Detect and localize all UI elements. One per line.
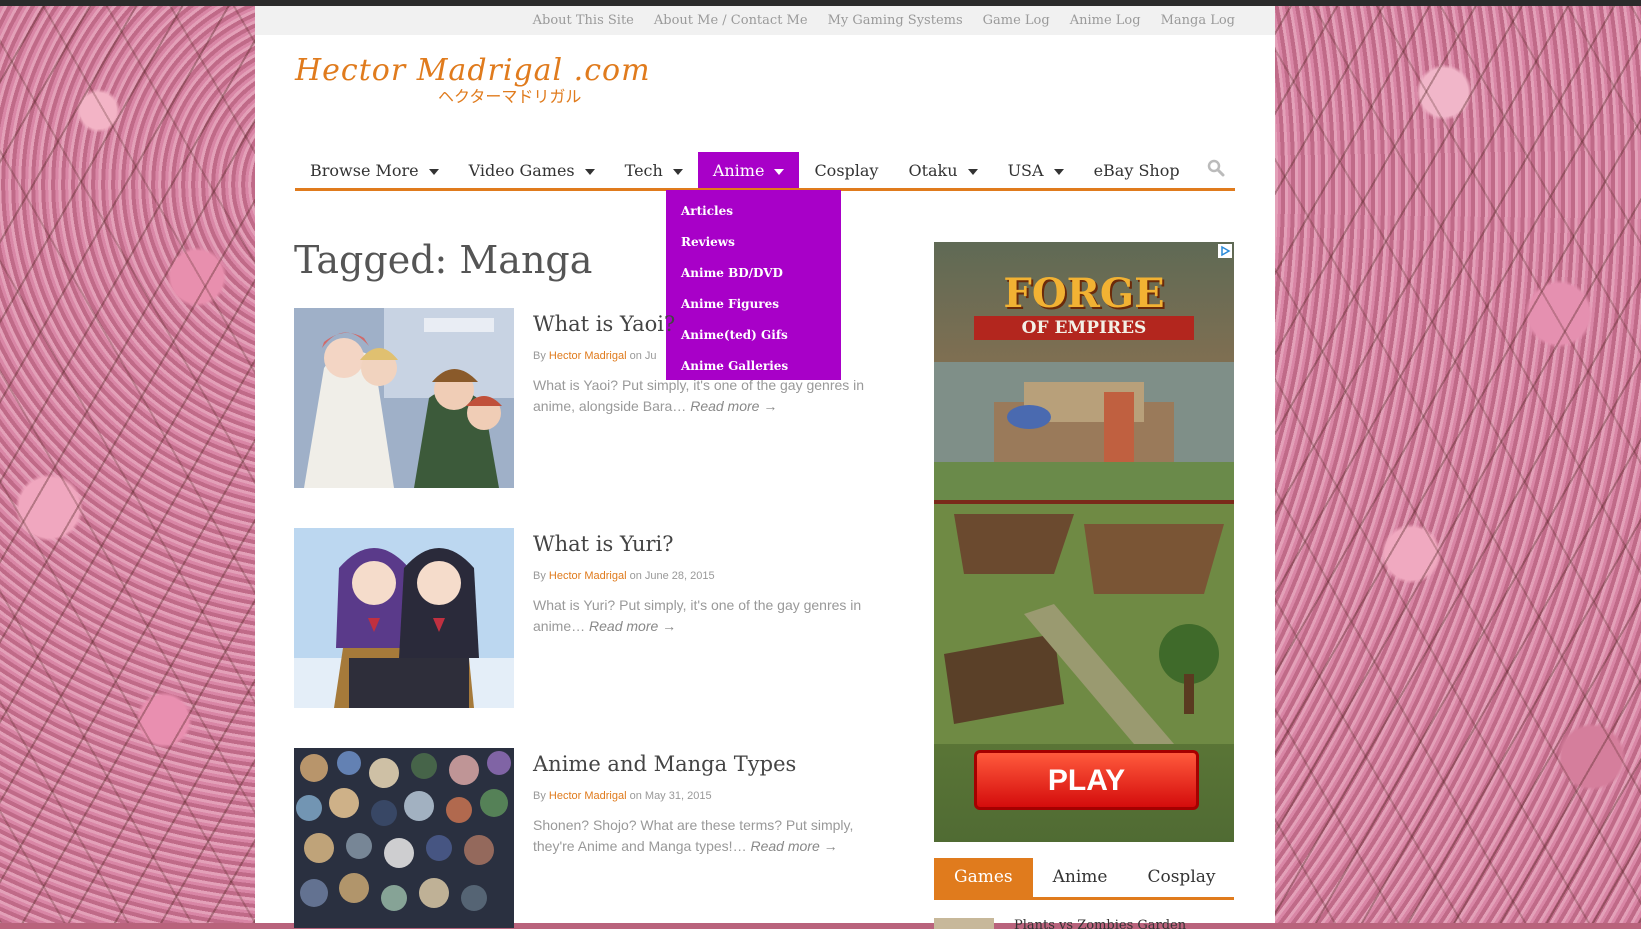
page-container: About This Site About Me / Contact Me My… — [255, 6, 1275, 929]
nav-otaku[interactable]: Otaku — [893, 152, 992, 188]
meta-by: By — [533, 570, 546, 582]
nav-label: Cosplay — [814, 160, 879, 180]
nav-usa[interactable]: USA — [993, 152, 1079, 188]
ad-city-scene — [934, 362, 1234, 502]
toplink-manga-log[interactable]: Manga Log — [1161, 13, 1235, 28]
post-author-link[interactable]: Hector Madrigal — [549, 790, 627, 802]
search-icon[interactable] — [1207, 159, 1225, 177]
ad-village-scene — [934, 504, 1234, 744]
meta-by: By — [533, 350, 546, 362]
logo-subtitle: ヘクターマドリガル — [438, 87, 582, 106]
top-links-bar: About This Site About Me / Contact Me My… — [255, 6, 1275, 35]
nav-label: USA — [1007, 160, 1044, 180]
toplink-anime-log[interactable]: Anime Log — [1070, 13, 1141, 28]
post-author-link[interactable]: Hector Madrigal — [549, 350, 627, 362]
nav-label: Browse More — [310, 160, 419, 180]
post-excerpt: What is Yuri? Put simply, it's one of th… — [533, 595, 883, 637]
post-excerpt: What is Yaoi? Put simply, it's one of th… — [533, 375, 883, 417]
caret-down-icon — [428, 168, 439, 175]
caret-down-icon — [1053, 168, 1064, 175]
sidebar-tabs: Games Anime Cosplay — [934, 858, 1234, 900]
post-date: on May 31, 2015 — [629, 790, 712, 802]
post-excerpt: Shonen? Shojo? What are these terms? Put… — [533, 815, 883, 857]
post-meta: By Hector Madrigal on May 31, 2015 — [533, 790, 712, 802]
post-title[interactable]: What is Yuri? — [533, 532, 674, 556]
nav-label: Video Games — [468, 160, 575, 180]
anime-collage-thumbnail-image — [294, 748, 514, 928]
post-date: on June 28, 2015 — [629, 570, 715, 582]
post-author-link[interactable]: Hector Madrigal — [549, 570, 627, 582]
widget-list-item: Plants vs Zombies Garden — [934, 912, 1234, 929]
nav-label: Tech — [624, 160, 663, 180]
ad-play-button[interactable]: PLAY — [974, 750, 1199, 810]
dropdown-item-articles[interactable]: Articles — [666, 196, 841, 227]
sidebar-ad-banner[interactable]: FORGE OF EMPIRES PLAY — [934, 242, 1234, 842]
nav-tech[interactable]: Tech — [610, 152, 698, 188]
widget-thumbnail[interactable] — [934, 918, 994, 929]
excerpt-text: What is Yuri? Put simply, it's one of th… — [533, 597, 862, 634]
post-item: What is Yaoi? By Hector Madrigal on Ju W… — [294, 308, 864, 488]
tab-games[interactable]: Games — [934, 858, 1033, 897]
nav-video-games[interactable]: Video Games — [454, 152, 610, 188]
toplink-about-me[interactable]: About Me / Contact Me — [654, 13, 808, 28]
yuri-thumbnail-image — [294, 528, 514, 708]
post-item: Anime and Manga Types By Hector Madrigal… — [294, 748, 854, 928]
yaoi-thumbnail-image — [294, 308, 514, 488]
toplink-about-site[interactable]: About This Site — [533, 13, 634, 28]
toplink-game-log[interactable]: Game Log — [983, 13, 1050, 28]
post-meta: By Hector Madrigal on Ju — [533, 350, 657, 362]
post-thumbnail[interactable] — [294, 528, 514, 708]
ad-brand-line2: OF EMPIRES — [974, 316, 1194, 340]
meta-by: By — [533, 790, 546, 802]
post-date: on Ju — [629, 350, 657, 362]
post-title[interactable]: Anime and Manga Types — [533, 752, 796, 776]
tab-anime[interactable]: Anime — [1033, 858, 1128, 897]
nav-browse-more[interactable]: Browse More — [295, 152, 454, 188]
nav-cosplay[interactable]: Cosplay — [799, 152, 893, 188]
post-title[interactable]: What is Yaoi? — [533, 312, 675, 336]
nav-anime[interactable]: Anime — [697, 152, 800, 188]
tab-cosplay[interactable]: Cosplay — [1127, 858, 1235, 897]
nav-label: Otaku — [908, 160, 958, 180]
post-meta: By Hector Madrigal on June 28, 2015 — [533, 570, 715, 582]
logo-title: Hector Madrigal .com — [295, 53, 651, 88]
caret-down-icon — [584, 168, 595, 175]
caret-down-icon — [672, 168, 683, 175]
dropdown-item-reviews[interactable]: Reviews — [666, 227, 841, 258]
page-title: Tagged: Manga — [294, 238, 593, 282]
caret-down-icon — [967, 168, 978, 175]
nav-ebay-shop[interactable]: eBay Shop — [1079, 152, 1195, 188]
dropdown-item-anime-bd-dvd[interactable]: Anime BD/DVD — [666, 258, 841, 289]
nav-label: Anime — [712, 160, 765, 180]
read-more-link[interactable]: Read more → — [750, 838, 837, 854]
post-item: What is Yuri? By Hector Madrigal on June… — [294, 528, 861, 708]
ad-brand-header: FORGE OF EMPIRES — [934, 242, 1234, 362]
toplink-gaming-systems[interactable]: My Gaming Systems — [828, 13, 963, 28]
post-thumbnail[interactable] — [294, 748, 514, 928]
ad-brand-line1: FORGE — [1003, 270, 1165, 317]
nav-label: eBay Shop — [1093, 160, 1180, 180]
widget-item-title[interactable]: Plants vs Zombies Garden — [1014, 918, 1186, 929]
read-more-link[interactable]: Read more → — [589, 618, 676, 634]
main-nav: Browse More Video Games Tech Anime Cospl… — [295, 152, 1235, 191]
site-logo[interactable]: Hector Madrigal .com ヘクターマドリガル — [295, 54, 651, 106]
caret-down-icon — [774, 168, 785, 175]
adchoices-icon[interactable] — [1218, 244, 1232, 258]
post-thumbnail[interactable] — [294, 308, 514, 488]
read-more-link[interactable]: Read more → — [690, 398, 777, 414]
